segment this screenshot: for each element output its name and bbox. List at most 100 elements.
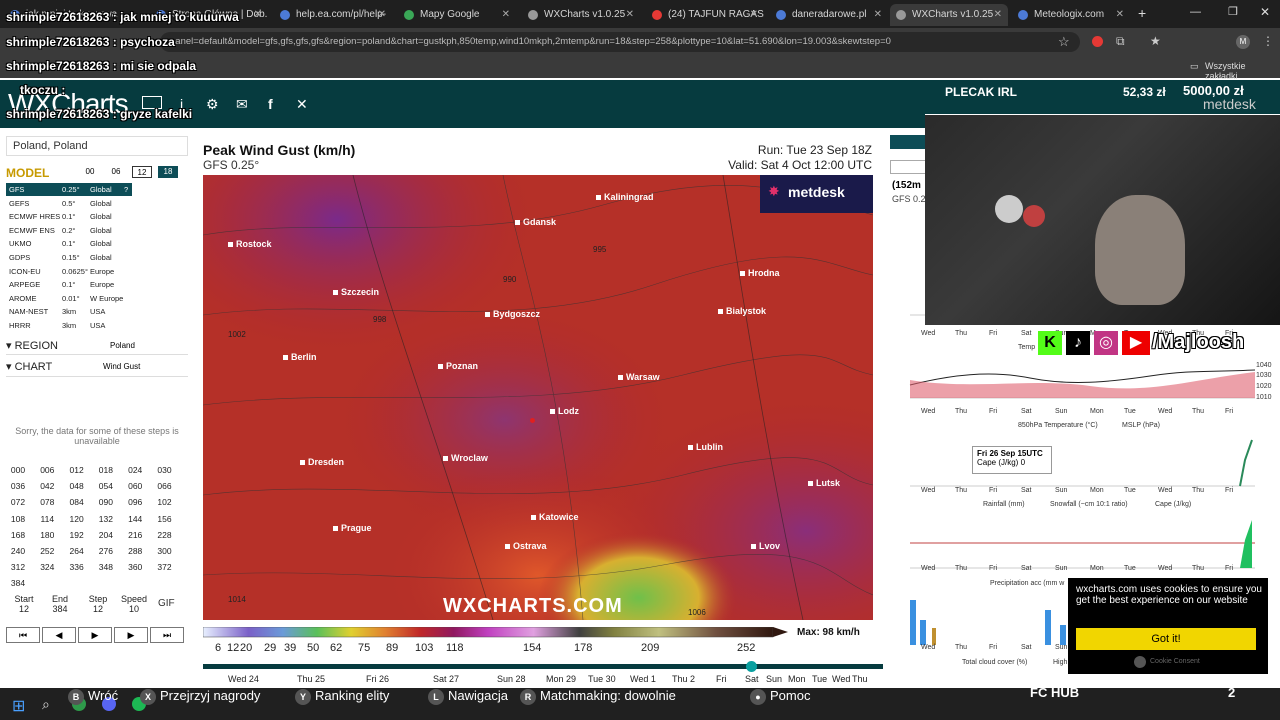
step-060[interactable]: 060: [124, 480, 146, 493]
model-row-ecmwf-hres[interactable]: ECMWF HRES 0.1° Global: [6, 210, 132, 223]
close-icon[interactable]: ✕: [750, 4, 758, 26]
step-066[interactable]: 066: [154, 480, 176, 493]
timeline-date[interactable]: Thu 25: [297, 674, 325, 684]
cookie-consent-link[interactable]: Cookie Consent: [1150, 658, 1200, 665]
step-144[interactable]: 144: [124, 513, 146, 526]
game-hint[interactable]: ● Pomoc: [750, 688, 810, 705]
next-button[interactable]: ▶: [114, 627, 148, 643]
windows-start-icon[interactable]: ⊞: [12, 696, 25, 716]
timeline-date[interactable]: Thu: [852, 674, 868, 684]
extension-icon[interactable]: [1092, 36, 1103, 47]
help-icon[interactable]: ?: [124, 183, 128, 196]
play-button[interactable]: ▶: [78, 627, 112, 643]
step-216[interactable]: 216: [124, 529, 146, 542]
step-072[interactable]: 072: [7, 496, 29, 509]
model-row-gefs[interactable]: GEFS 0.5° Global: [6, 197, 132, 210]
model-row-arome[interactable]: AROME 0.01° W Europe: [6, 292, 132, 305]
model-row-icon-eu[interactable]: ICON-EU 0.0625° Europe: [6, 265, 132, 278]
step-096[interactable]: 096: [124, 496, 146, 509]
timeline-date[interactable]: Tue 30: [588, 674, 616, 684]
step-000[interactable]: 000: [7, 464, 29, 477]
model-row-ukmo[interactable]: UKMO 0.1° Global: [6, 237, 132, 250]
prev-button[interactable]: ◀: [42, 627, 76, 643]
step-012[interactable]: 012: [66, 464, 88, 477]
step-300[interactable]: 300: [154, 545, 176, 558]
timeline-track[interactable]: [203, 664, 883, 669]
game-hint[interactable]: L Nawigacja: [428, 688, 508, 705]
timeline-date[interactable]: Mon: [788, 674, 806, 684]
step-276[interactable]: 276: [95, 545, 117, 558]
model-row-hrrr[interactable]: HRRR 3km USA: [6, 319, 132, 332]
run-12[interactable]: 12: [132, 166, 152, 178]
step-054[interactable]: 054: [95, 480, 117, 493]
step-168[interactable]: 168: [7, 529, 29, 542]
step-312[interactable]: 312: [7, 561, 29, 574]
game-hint[interactable]: R Matchmaking: dowolnie: [520, 688, 676, 705]
panel-tab[interactable]: [890, 135, 926, 149]
run-18[interactable]: 18: [158, 166, 178, 178]
control-start[interactable]: Start 12: [8, 594, 40, 614]
puzzle-icon[interactable]: ⧉: [1116, 34, 1125, 49]
close-icon[interactable]: ✕: [626, 4, 634, 26]
new-tab-icon[interactable]: +: [1138, 5, 1146, 21]
close-icon[interactable]: ✕: [874, 4, 882, 26]
gif-button[interactable]: GIF: [158, 598, 188, 612]
last-button[interactable]: ⏭: [150, 627, 184, 643]
browser-tab[interactable]: (24) TAJFUN RAGASA ✕: [646, 4, 764, 26]
close-window-icon[interactable]: ✕: [1260, 5, 1270, 19]
timeline-date[interactable]: Sun: [766, 674, 782, 684]
run-06[interactable]: 06: [106, 166, 126, 178]
profile-avatar[interactable]: M: [1236, 35, 1250, 49]
step-372[interactable]: 372: [154, 561, 176, 574]
browser-tab[interactable]: Mapy Google ✕: [398, 4, 516, 26]
wind-gust-map[interactable]: KaliningradGdanskVilniusRostockSzczecinH…: [203, 175, 873, 620]
timeline-date[interactable]: Sat 27: [433, 674, 459, 684]
step-042[interactable]: 042: [36, 480, 58, 493]
step-228[interactable]: 228: [154, 529, 176, 542]
timeline-date[interactable]: Fri 26: [366, 674, 389, 684]
browser-tab[interactable]: daneradarowe.pl ✕: [770, 4, 888, 26]
step-084[interactable]: 084: [66, 496, 88, 509]
step-348[interactable]: 348: [95, 561, 117, 574]
step-018[interactable]: 018: [95, 464, 117, 477]
step-180[interactable]: 180: [36, 529, 58, 542]
step-324[interactable]: 324: [36, 561, 58, 574]
game-hint[interactable]: X Przejrzyj nagrody: [140, 688, 260, 705]
control-speed[interactable]: Speed 10: [118, 594, 150, 614]
game-hint[interactable]: B Wróć: [68, 688, 118, 705]
first-button[interactable]: ⏮: [6, 627, 40, 643]
step-024[interactable]: 024: [124, 464, 146, 477]
model-row-gdps[interactable]: GDPS 0.15° Global: [6, 251, 132, 264]
browser-tab-active[interactable]: WXCharts v1.0.25 ✕: [890, 4, 1008, 26]
step-120[interactable]: 120: [66, 513, 88, 526]
timeline-date[interactable]: Thu 2: [672, 674, 695, 684]
step-288[interactable]: 288: [124, 545, 146, 558]
close-icon[interactable]: ✕: [502, 4, 510, 26]
model-row-gfs[interactable]: GFS 0.25° Global?: [6, 183, 132, 196]
step-030[interactable]: 030: [154, 464, 176, 477]
step-102[interactable]: 102: [154, 496, 176, 509]
step-156[interactable]: 156: [154, 513, 176, 526]
step-204[interactable]: 204: [95, 529, 117, 542]
step-048[interactable]: 048: [66, 480, 88, 493]
timeline-date[interactable]: Sat: [745, 674, 759, 684]
model-row-arpege[interactable]: ARPEGE 0.1° Europe: [6, 278, 132, 291]
step-006[interactable]: 006: [36, 464, 58, 477]
panel-tab[interactable]: [890, 160, 926, 174]
step-108[interactable]: 108: [7, 513, 29, 526]
model-row-ecmwf-ens[interactable]: ECMWF ENS 0.2° Global: [6, 224, 132, 237]
step-360[interactable]: 360: [124, 561, 146, 574]
browser-tab[interactable]: Meteologix.com ✕: [1012, 4, 1130, 26]
timeline-date[interactable]: Fri: [716, 674, 727, 684]
run-00[interactable]: 00: [80, 166, 100, 178]
search-icon[interactable]: ⌕: [42, 696, 50, 713]
step-078[interactable]: 078: [36, 496, 58, 509]
region-heading[interactable]: ▾ REGION: [6, 339, 58, 352]
step-192[interactable]: 192: [66, 529, 88, 542]
all-bookmarks-link[interactable]: Wszystkie zakładki: [1205, 61, 1280, 81]
timeline-date[interactable]: Wed: [832, 674, 850, 684]
game-hint[interactable]: Y Ranking elity: [295, 688, 389, 705]
cookie-accept-button[interactable]: Got it!: [1076, 628, 1256, 650]
menu-dots-icon[interactable]: ⋮: [1262, 34, 1274, 48]
timeline-date[interactable]: Mon 29: [546, 674, 576, 684]
